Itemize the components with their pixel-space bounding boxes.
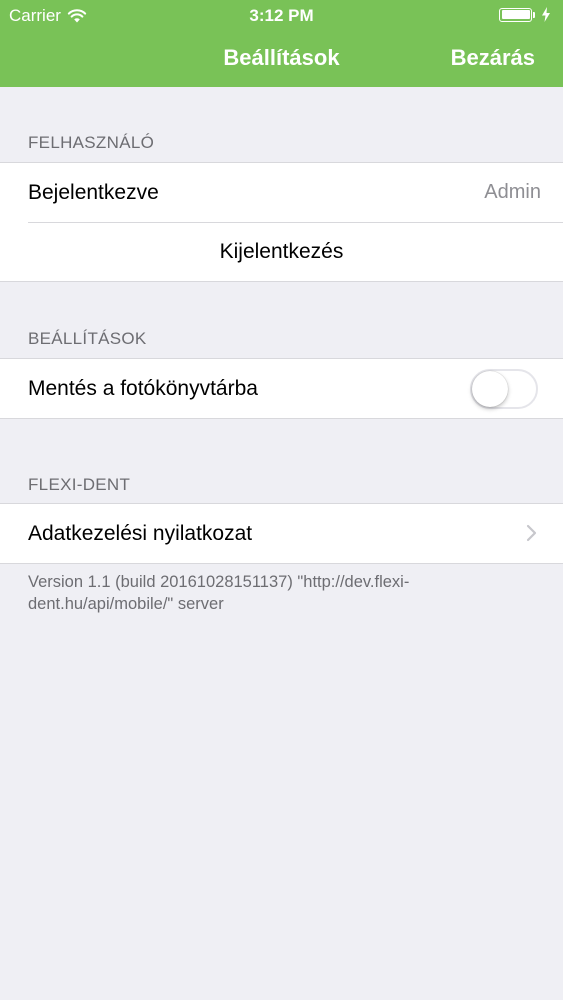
status-bar: Carrier 3:12 PM — [0, 0, 563, 30]
version-info: Version 1.1 (build 20161028151137) "http… — [28, 573, 410, 613]
chevron-right-icon — [526, 524, 537, 542]
navigation-bar: Beállítások Bezárás — [0, 30, 563, 87]
logout-button[interactable]: Kijelentkezés — [0, 222, 563, 281]
logged-in-row: Bejelentkezve Admin — [0, 163, 563, 222]
logged-in-value: Admin — [484, 181, 541, 203]
save-to-photos-row: Mentés a fotókönyvtárba — [0, 359, 563, 418]
logout-label: Kijelentkezés — [219, 239, 344, 263]
save-to-photos-toggle[interactable] — [470, 369, 538, 409]
battery-icon — [499, 7, 551, 22]
flexi-group: Adatkezelési nyilatkozat — [0, 503, 563, 564]
logged-in-label: Bejelentkezve — [28, 180, 159, 204]
toggle-knob — [472, 371, 508, 407]
section-header-flexi: FLEXI-DENT — [28, 475, 131, 494]
privacy-label: Adatkezelési nyilatkozat — [28, 521, 253, 545]
privacy-row[interactable]: Adatkezelési nyilatkozat — [0, 504, 563, 563]
user-group: Bejelentkezve Admin Kijelentkezés — [0, 162, 563, 282]
charging-bolt-icon — [542, 7, 550, 22]
save-to-photos-label: Mentés a fotókönyvtárba — [28, 376, 258, 400]
status-time: 3:12 PM — [249, 6, 314, 25]
header-bar: Carrier 3:12 PM Beállítások Bezárás — [0, 0, 563, 87]
section-header-settings: BEÁLLÍTÁSOK — [28, 329, 147, 348]
settings-group: Mentés a fotókönyvtárba — [0, 358, 563, 419]
section-header-user: FELHASZNÁLÓ — [28, 133, 155, 152]
close-button[interactable]: Bezárás — [451, 45, 535, 71]
